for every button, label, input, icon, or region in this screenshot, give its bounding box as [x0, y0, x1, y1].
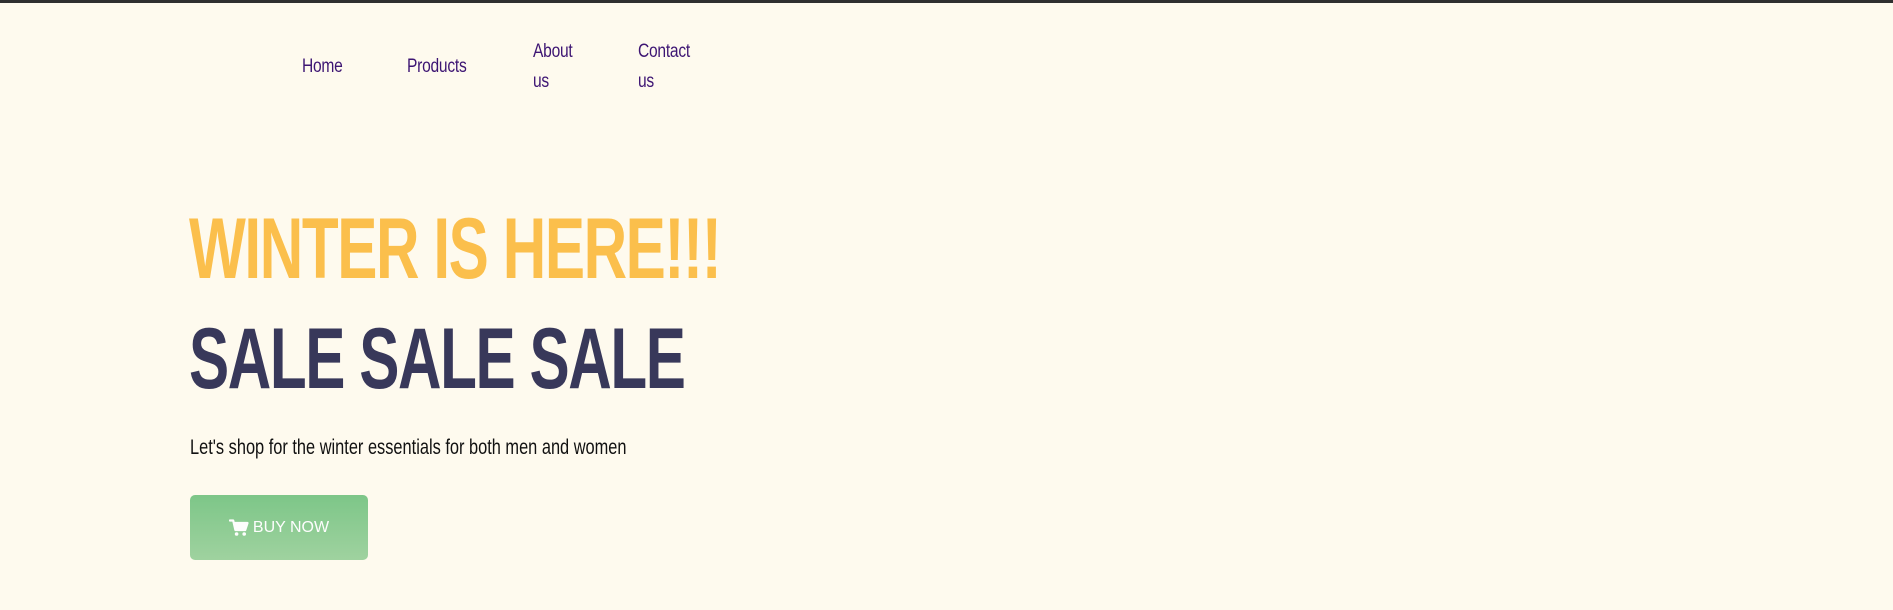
- nav-link-products[interactable]: Products: [407, 52, 467, 82]
- top-border: [0, 0, 1893, 3]
- hero-title: WINTER IS HERE!!!: [189, 201, 722, 297]
- buy-now-label: BUY NOW: [252, 518, 330, 536]
- nav-link-home[interactable]: Home: [302, 52, 343, 82]
- cart-icon: [228, 518, 249, 536]
- nav-link-contact-us[interactable]: Contact us: [638, 37, 695, 97]
- buy-now-button[interactable]: BUY NOW: [190, 495, 368, 560]
- hero-subtitle: SALE SALE SALE: [189, 311, 686, 407]
- nav-link-about-us[interactable]: About us: [533, 37, 582, 97]
- hero-description: Let's shop for the winter essentials for…: [190, 436, 627, 459]
